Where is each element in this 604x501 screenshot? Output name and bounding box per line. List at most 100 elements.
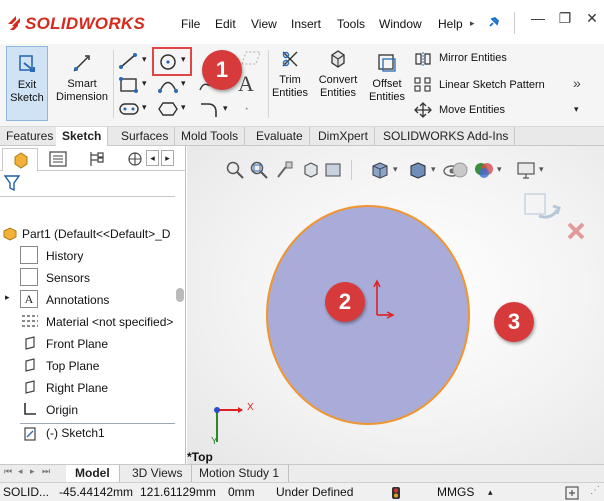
arc-dropdown-icon[interactable]: ▾	[181, 78, 186, 89]
menu-window[interactable]: Window	[379, 17, 422, 31]
mirror-entities-button[interactable]: Mirror Entities	[439, 52, 507, 64]
move-dropdown-icon[interactable]: ▾	[574, 104, 579, 115]
tab-sketch[interactable]: Sketch	[56, 127, 109, 146]
zoom-to-fit-icon[interactable]	[225, 160, 245, 180]
menu-file[interactable]: File	[181, 17, 200, 31]
units-dropdown-icon[interactable]: ▴	[488, 487, 493, 498]
tree-item-sketch1[interactable]: (-) Sketch1	[46, 422, 105, 444]
trim-entities-button[interactable]: Trim Entities	[269, 48, 311, 100]
fillet-dropdown-icon[interactable]: ▾	[223, 103, 228, 114]
convert-entities-button[interactable]: Convert Entities	[315, 48, 361, 100]
previous-tab-icon[interactable]: ◂	[18, 466, 23, 477]
appearance-sphere-icon[interactable]	[449, 160, 471, 180]
apply-scene-dropdown-icon[interactable]: ▾	[497, 164, 502, 175]
sketch-circle[interactable]	[265, 204, 471, 426]
smart-dimension-button[interactable]: Smart Dimension	[53, 46, 111, 121]
tab-3d-views[interactable]: 3D Views	[123, 465, 193, 483]
pattern-expand-icon[interactable]: »	[573, 75, 581, 91]
configuration-manager-icon[interactable]	[88, 151, 106, 167]
display-style-dropdown-icon[interactable]: ▾	[431, 164, 436, 175]
tree-item-right-plane[interactable]: Right Plane	[46, 377, 108, 399]
cancel-sketch-icon[interactable]	[565, 220, 587, 242]
resize-grip-icon[interactable]: ⋰	[590, 485, 600, 496]
arc-icon[interactable]	[157, 76, 179, 94]
tree-item-front-plane[interactable]: Front Plane	[46, 333, 108, 355]
graphics-area[interactable]: ▾ ▾ ▾ ▾ ▾ — ❐ ✕	[187, 146, 604, 464]
title-bar: SOLIDWORKS File Edit View Insert Tools W…	[0, 0, 604, 44]
tree-item-material[interactable]: Material <not specified>	[46, 311, 173, 333]
offset-entities-icon	[378, 54, 396, 72]
rectangle-dropdown-icon[interactable]: ▾	[142, 78, 147, 89]
property-manager-icon[interactable]	[49, 151, 67, 167]
dynamic-annotation-icon[interactable]	[323, 160, 343, 180]
tree-item-annotations[interactable]: Annotations	[46, 289, 109, 311]
view-orientation-icon[interactable]	[369, 160, 391, 180]
circle-shape[interactable]	[266, 205, 470, 425]
tree-item-history[interactable]: History	[46, 245, 83, 267]
minimize-icon[interactable]: —	[530, 10, 546, 28]
tab-mold-tools[interactable]: Mold Tools	[175, 127, 246, 146]
menu-help[interactable]: Help	[438, 17, 463, 31]
restore-icon[interactable]: ❐	[557, 10, 573, 28]
menu-edit[interactable]: Edit	[215, 17, 236, 31]
filter-icon[interactable]	[4, 174, 20, 192]
feature-manager-tab[interactable]	[2, 148, 38, 171]
tab-motion-study-1[interactable]: Motion Study 1	[190, 465, 290, 483]
line-dropdown-icon[interactable]: ▾	[142, 54, 147, 65]
tab-features[interactable]: Features	[0, 127, 61, 146]
exit-sketch-button[interactable]: Exit Sketch	[6, 46, 48, 121]
point-icon[interactable]: ·	[244, 100, 249, 118]
slot-icon[interactable]	[118, 100, 140, 118]
slot-dropdown-icon[interactable]: ▾	[142, 102, 147, 113]
tree-item-origin[interactable]: Origin	[46, 399, 78, 421]
view-settings-icon[interactable]	[515, 160, 537, 180]
linear-sketch-pattern-button[interactable]: Linear Sketch Pattern	[439, 79, 545, 91]
line-icon[interactable]	[118, 52, 140, 70]
view-settings-dropdown-icon[interactable]: ▾	[539, 164, 544, 175]
next-tab-icon[interactable]: ▸	[30, 466, 35, 477]
apply-scene-icon[interactable]	[473, 160, 495, 180]
offset-entities-button[interactable]: Offset Entities	[366, 48, 408, 104]
tab-surfaces[interactable]: Surfaces	[115, 127, 176, 146]
annotations-expand-icon[interactable]: ▸	[5, 292, 10, 303]
tab-model[interactable]: Model	[66, 465, 120, 483]
tree-item-top-plane[interactable]: Top Plane	[46, 355, 99, 377]
tree-item-part1[interactable]: Part1 (Default<<Default>_D	[22, 223, 170, 245]
view-orientation-dropdown-icon[interactable]: ▾	[393, 164, 398, 175]
view-orientation-label: *Top	[187, 450, 213, 464]
zoom-to-area-icon[interactable]	[249, 160, 269, 180]
polygon-icon[interactable]	[157, 100, 179, 118]
panel-scroll-left-icon[interactable]: ◂	[146, 150, 159, 166]
status-units[interactable]: MMGS	[437, 485, 474, 500]
tab-dimxpert[interactable]: DimXpert	[312, 127, 376, 146]
exit-sketch-confirm-icon[interactable]	[523, 192, 567, 224]
menu-view[interactable]: View	[251, 17, 277, 31]
polygon-dropdown-icon[interactable]: ▾	[181, 102, 186, 113]
circle-icon[interactable]	[157, 52, 179, 72]
tree-item-sensors[interactable]: Sensors	[46, 267, 90, 289]
menu-insert[interactable]: Insert	[291, 17, 321, 31]
pin-icon[interactable]	[487, 15, 501, 29]
close-icon[interactable]: ✕	[584, 10, 600, 28]
panel-splitter-handle[interactable]	[176, 288, 184, 302]
tab-evaluate[interactable]: Evaluate	[250, 127, 310, 146]
viewport-minimize-icon[interactable]: —	[527, 146, 539, 147]
section-view-icon[interactable]	[301, 160, 321, 180]
last-tab-icon[interactable]: ⏭	[42, 466, 50, 477]
menu-tools[interactable]: Tools	[337, 17, 365, 31]
rectangle-icon[interactable]	[118, 76, 140, 94]
first-tab-icon[interactable]: ⏮	[4, 466, 12, 477]
history-icon	[20, 246, 38, 264]
customize-icon[interactable]	[565, 486, 579, 500]
display-style-icon[interactable]	[407, 160, 429, 180]
panel-scroll-right-icon[interactable]: ▸	[161, 150, 174, 166]
sketch-origin-icon	[373, 279, 395, 319]
fillet-icon[interactable]	[198, 100, 220, 118]
circle-dropdown-icon[interactable]: ▾	[181, 54, 186, 65]
move-entities-button[interactable]: Move Entities	[439, 104, 505, 116]
previous-view-icon[interactable]	[275, 160, 295, 180]
right-plane-icon	[25, 380, 35, 394]
help-dropdown-icon[interactable]: ▸	[470, 18, 475, 29]
dimxpert-manager-icon[interactable]	[126, 151, 144, 167]
tab-solidworks-add-ins[interactable]: SOLIDWORKS Add-Ins	[377, 127, 516, 146]
